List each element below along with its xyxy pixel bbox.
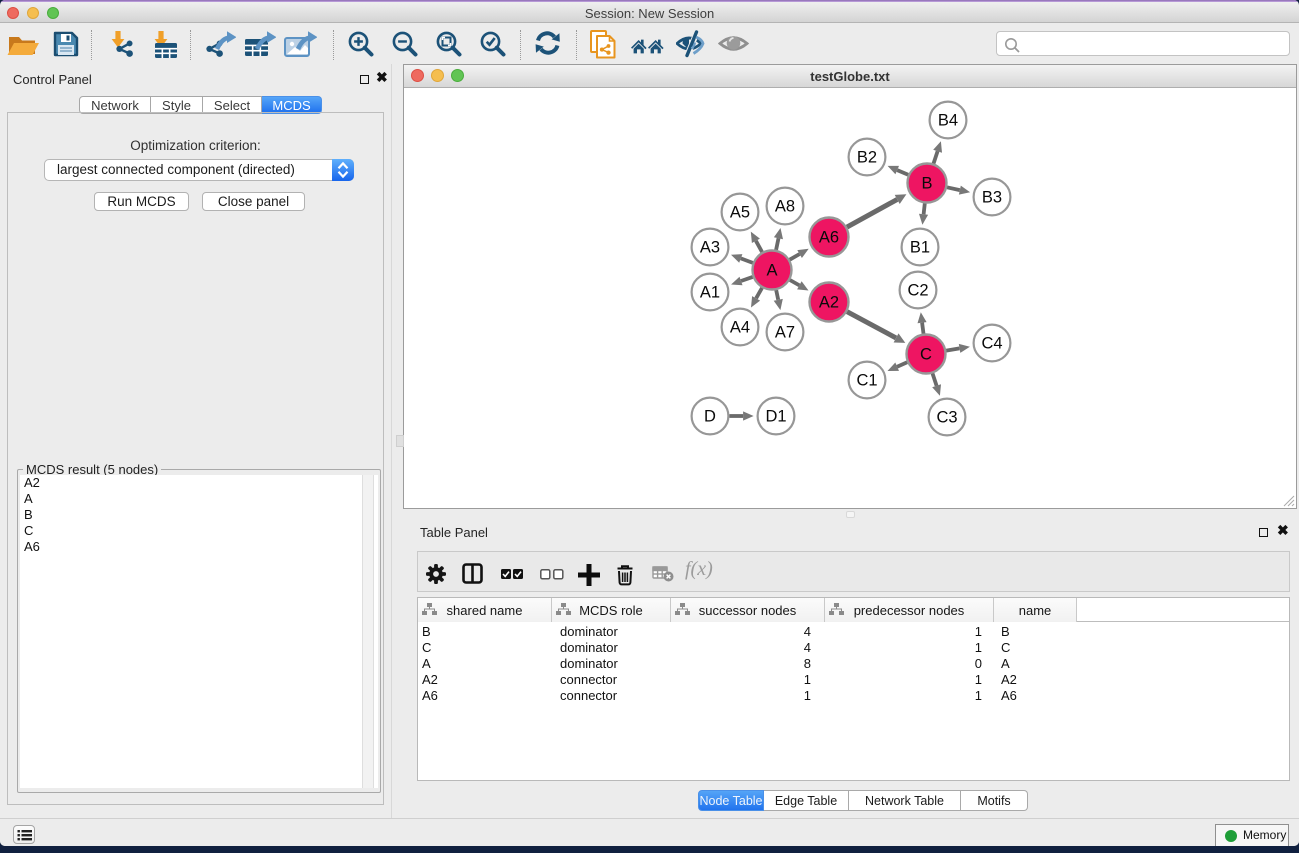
svg-text:C3: C3	[936, 409, 957, 427]
svg-text:A1: A1	[700, 284, 720, 302]
svg-text:A5: A5	[730, 204, 750, 222]
svg-text:C4: C4	[981, 335, 1002, 353]
svg-text:D1: D1	[765, 408, 786, 426]
svg-text:A6: A6	[819, 229, 839, 247]
svg-text:B1: B1	[910, 239, 930, 257]
svg-text:A7: A7	[775, 324, 795, 342]
svg-text:C: C	[920, 346, 932, 364]
svg-text:A4: A4	[730, 319, 750, 337]
svg-text:B3: B3	[982, 189, 1002, 207]
svg-text:B2: B2	[857, 149, 877, 167]
svg-text:C2: C2	[907, 282, 928, 300]
svg-text:D: D	[704, 408, 716, 426]
svg-text:A2: A2	[819, 294, 839, 312]
svg-text:A8: A8	[775, 198, 795, 216]
svg-text:A: A	[766, 262, 777, 280]
svg-text:C1: C1	[856, 372, 877, 390]
svg-text:B: B	[921, 175, 932, 193]
svg-text:A3: A3	[700, 239, 720, 257]
svg-text:B4: B4	[938, 112, 958, 130]
